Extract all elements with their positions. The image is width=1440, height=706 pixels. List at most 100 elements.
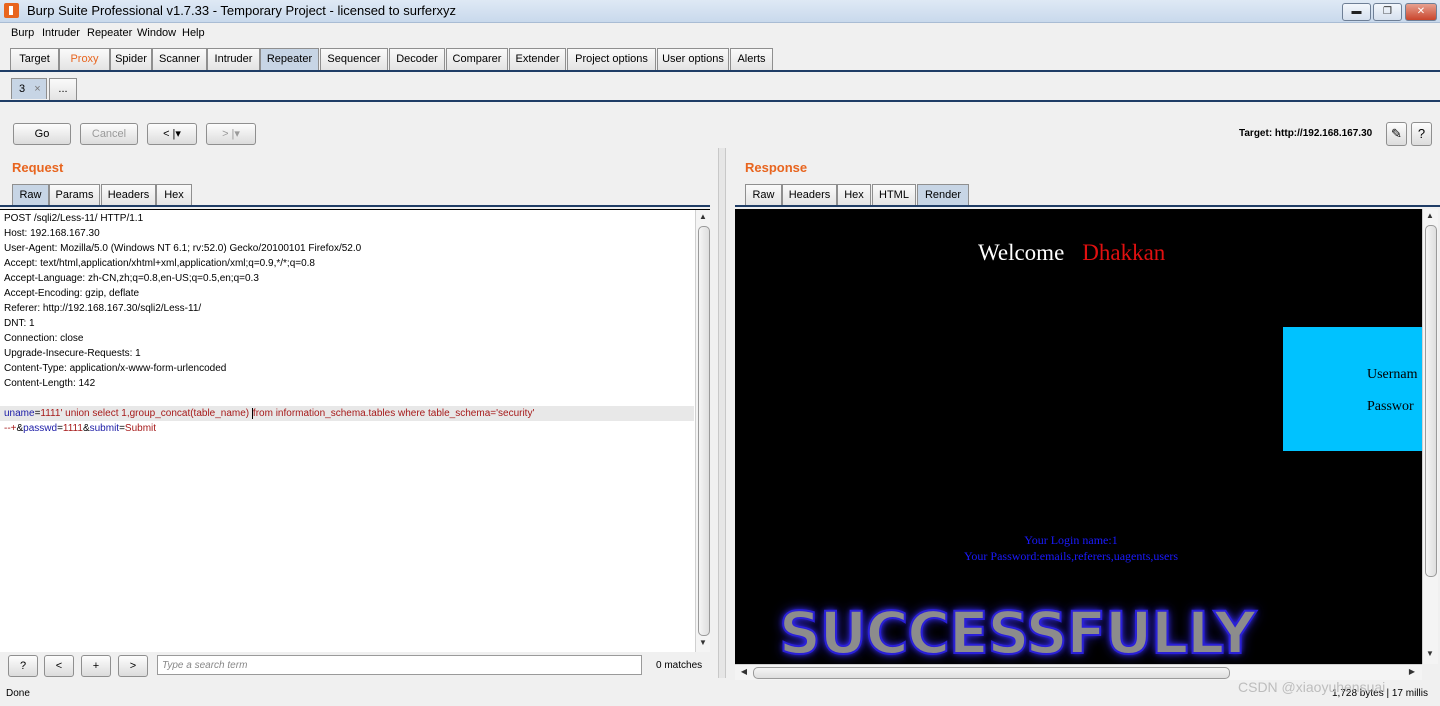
go-button[interactable]: Go xyxy=(13,123,71,145)
help-icon[interactable]: ? xyxy=(1411,122,1432,146)
welcome-text: Welcome xyxy=(978,240,1065,265)
param-name: submit xyxy=(89,423,120,434)
cancel-button[interactable]: Cancel xyxy=(80,123,138,145)
param-value: 1111' union select 1,group_concat(table_… xyxy=(40,408,252,419)
menu-bar xyxy=(0,23,1440,43)
menu-intruder[interactable]: Intruder xyxy=(42,27,80,39)
menu-help[interactable]: Help xyxy=(182,27,205,39)
tab-repeater[interactable]: Repeater xyxy=(260,48,319,70)
tab-sequencer[interactable]: Sequencer xyxy=(320,48,388,70)
target-label: Target: http://192.168.167.30 xyxy=(1239,128,1373,139)
param-value: 1111 xyxy=(62,423,83,434)
header-upgrade-insecure: Upgrade-Insecure-Requests: 1 xyxy=(4,348,141,359)
render-vertical-scrollbar[interactable]: ▲ ▼ xyxy=(1422,209,1438,664)
tab-spider[interactable]: Spider xyxy=(110,48,152,70)
tab-project-options[interactable]: Project options xyxy=(567,48,656,70)
search-add-button[interactable]: + xyxy=(81,655,111,677)
watermark: CSDN @xiaoyuhensuai xyxy=(1238,679,1386,695)
tab-scanner[interactable]: Scanner xyxy=(152,48,207,70)
minimize-button[interactable]: ▬ xyxy=(1342,3,1371,21)
request-tab-hex[interactable]: Hex xyxy=(156,184,192,206)
main-tab-divider xyxy=(0,70,1440,72)
ampersand: & xyxy=(82,423,90,434)
header-dnt: DNT: 1 xyxy=(4,318,35,329)
repeater-tab-divider xyxy=(0,100,1440,102)
response-heading: Response xyxy=(745,160,808,175)
tab-intruder[interactable]: Intruder xyxy=(207,48,260,70)
request-editor[interactable]: POST /sqli2/Less-11/ HTTP/1.1 Host: 192.… xyxy=(0,209,710,652)
forward-button[interactable]: > |▾ xyxy=(206,123,256,145)
request-tab-divider xyxy=(0,205,710,207)
param-value: --+ xyxy=(4,423,17,434)
repeater-tab-label: 3 xyxy=(19,83,26,95)
tab-decoder[interactable]: Decoder xyxy=(389,48,445,70)
search-help-button[interactable]: ? xyxy=(8,655,38,677)
welcome-name: Dhakkan xyxy=(1082,240,1166,265)
header-connection: Connection: close xyxy=(4,333,84,344)
close-window-button[interactable]: ✕ xyxy=(1405,3,1437,21)
back-button[interactable]: < |▾ xyxy=(147,123,197,145)
scroll-right-icon[interactable]: ▶ xyxy=(1405,667,1419,676)
header-accept-encoding: Accept-Encoding: gzip, deflate xyxy=(4,288,140,299)
maximize-button[interactable]: ❐ xyxy=(1373,3,1402,21)
rendered-page: Welcome Dhakkan Usernam Passwor Your Logi… xyxy=(735,209,1422,664)
param-name: passwd xyxy=(23,423,58,434)
tab-user-options[interactable]: User options xyxy=(657,48,729,70)
edit-target-icon[interactable]: ✎ xyxy=(1386,122,1407,146)
header-content-length: Content-Length: 142 xyxy=(4,378,96,389)
request-body-line-2: --+&passwd=1111&submit=Submit xyxy=(4,423,156,434)
window-title: Burp Suite Professional v1.7.33 - Tempor… xyxy=(27,3,456,18)
new-repeater-tab[interactable]: ... xyxy=(49,78,77,100)
scroll-thumb[interactable] xyxy=(698,226,710,636)
request-tab-raw[interactable]: Raw xyxy=(12,184,49,206)
param-value: from information_schema.tables where tab… xyxy=(252,408,535,419)
search-input[interactable]: Type a search term xyxy=(157,655,642,675)
welcome-heading: Welcome Dhakkan xyxy=(978,240,1165,266)
scroll-up-icon[interactable]: ▲ xyxy=(1423,211,1437,220)
response-tab-raw[interactable]: Raw xyxy=(745,184,782,206)
tab-comparer[interactable]: Comparer xyxy=(446,48,508,70)
header-accept: Accept: text/html,application/xhtml+xml,… xyxy=(4,258,315,269)
search-next-button[interactable]: > xyxy=(118,655,148,677)
menu-window[interactable]: Window xyxy=(137,27,176,39)
request-tab-headers[interactable]: Headers xyxy=(101,184,156,206)
status-text: Done xyxy=(6,688,30,699)
repeater-tab-3[interactable]: 3 × xyxy=(11,78,47,99)
request-tab-params[interactable]: Params xyxy=(49,184,100,206)
header-content-type: Content-Type: application/x-www-form-url… xyxy=(4,363,227,374)
match-count: 0 matches xyxy=(656,660,703,671)
response-tab-divider xyxy=(735,205,1440,207)
menu-repeater[interactable]: Repeater xyxy=(87,27,132,39)
scroll-down-icon[interactable]: ▼ xyxy=(696,638,710,647)
scroll-thumb[interactable] xyxy=(753,667,1230,679)
tab-extender[interactable]: Extender xyxy=(509,48,566,70)
response-tab-render[interactable]: Render xyxy=(917,184,969,206)
menu-burp[interactable]: Burp xyxy=(11,27,34,39)
scroll-left-icon[interactable]: ◀ xyxy=(737,667,751,676)
request-line: POST /sqli2/Less-11/ HTTP/1.1 xyxy=(4,213,144,224)
param-name: uname xyxy=(4,408,35,419)
tab-alerts[interactable]: Alerts xyxy=(730,48,773,70)
scroll-up-icon[interactable]: ▲ xyxy=(696,212,710,221)
request-body-line-1: uname=1111' union select 1,group_concat(… xyxy=(4,408,534,419)
scroll-thumb[interactable] xyxy=(1425,225,1437,577)
login-form: Usernam Passwor xyxy=(1283,327,1422,451)
tab-proxy[interactable]: Proxy xyxy=(59,48,110,70)
header-accept-language: Accept-Language: zh-CN,zh;q=0.8,en-US;q=… xyxy=(4,273,259,284)
header-user-agent: User-Agent: Mozilla/5.0 (Windows NT 6.1;… xyxy=(4,243,362,254)
pane-splitter[interactable] xyxy=(718,148,726,678)
tab-target[interactable]: Target xyxy=(10,48,59,70)
password-label: Passwor xyxy=(1367,399,1414,414)
request-scrollbar[interactable]: ▲ ▼ xyxy=(695,210,710,652)
response-tab-headers[interactable]: Headers xyxy=(782,184,837,206)
response-tab-html[interactable]: HTML xyxy=(872,184,916,206)
username-label: Usernam xyxy=(1367,367,1418,382)
header-referer: Referer: http://192.168.167.30/sqli2/Les… xyxy=(4,303,202,314)
search-previous-button[interactable]: < xyxy=(44,655,74,677)
success-banner: SUCCESSFULLY xyxy=(778,598,1257,664)
scroll-down-icon[interactable]: ▼ xyxy=(1423,649,1437,658)
response-tab-hex[interactable]: Hex xyxy=(837,184,871,206)
param-value: Submit xyxy=(124,423,157,434)
render-horizontal-scrollbar[interactable]: ◀ ▶ xyxy=(735,664,1422,680)
close-tab-icon[interactable]: × xyxy=(34,83,40,95)
